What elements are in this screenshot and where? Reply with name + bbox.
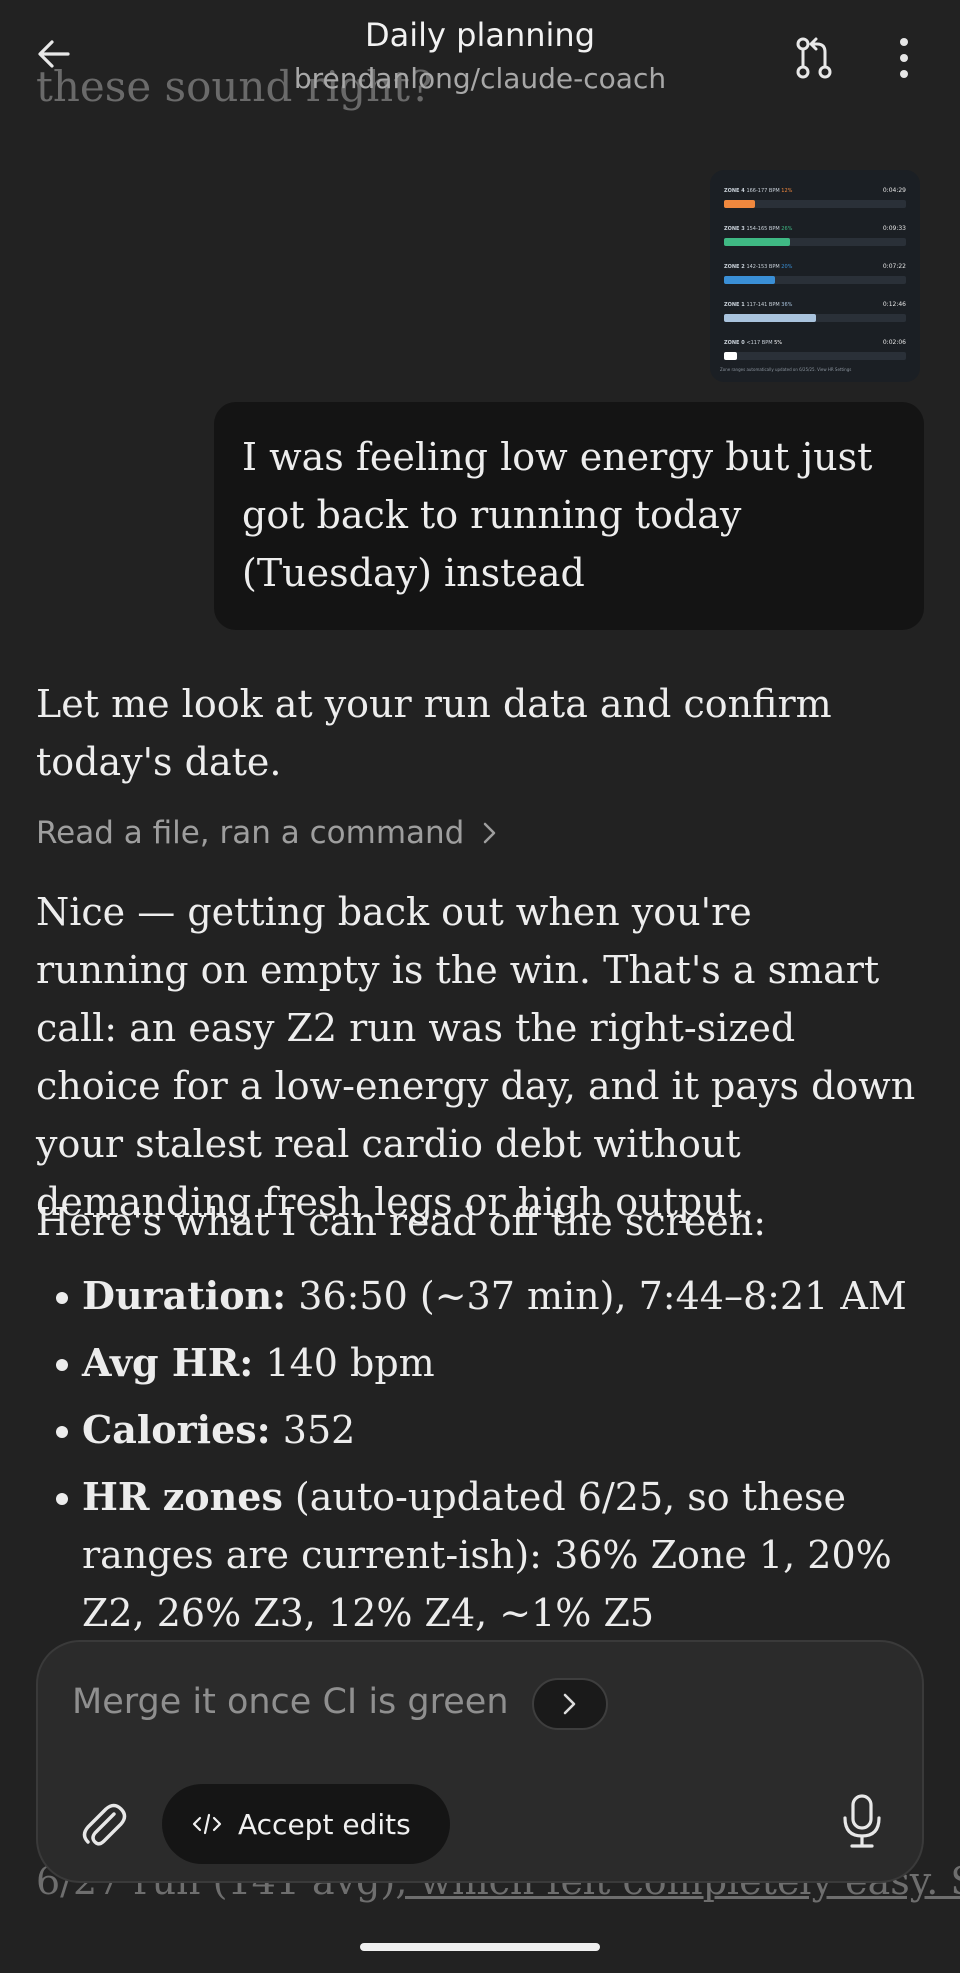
tool-summary-toggle[interactable]: Read a file, ran a command (36, 815, 498, 851)
voice-input-button[interactable] (840, 1790, 884, 1854)
bullet-label: Calories: (82, 1407, 271, 1452)
zone-range: 166-177 BPM (746, 188, 782, 194)
top-bar: these sound right? Daily planning brenda… (0, 0, 960, 120)
zone-label: ZONE 4 166-177 BPM 12% (724, 188, 792, 194)
zone-time: 0:12:46 (882, 301, 906, 308)
zone-bar-track (724, 352, 906, 360)
zone-name: ZONE 0 (724, 340, 747, 346)
zone-row: ZONE 3 154-165 BPM 26% 0:09:33 (720, 216, 910, 254)
tool-summary-label: Read a file, ran a command (36, 815, 465, 851)
zone-percent: 20% (781, 264, 793, 270)
zone-name: ZONE 1 (724, 302, 747, 308)
microphone-icon (843, 1794, 881, 1848)
zone-percent: 12% (781, 188, 793, 194)
attach-button[interactable] (78, 1798, 128, 1852)
list-item: Duration: 36:50 (~37 min), 7:44–8:21 AM (36, 1267, 916, 1325)
git-pull-request-icon (796, 37, 832, 79)
paperclip-icon (82, 1803, 127, 1846)
bullet-label: Duration: (82, 1273, 287, 1318)
attached-screenshot-thumbnail[interactable]: ZONE 4 166-177 BPM 12% 0:04:29 ZONE 3 154-… (710, 170, 920, 382)
code-icon (192, 1813, 222, 1835)
zone-label: ZONE 0 <117 BPM 5% (724, 340, 782, 346)
zone-bar-fill (724, 314, 816, 322)
zone-bar-track (724, 276, 906, 284)
zone-row: ZONE 4 166-177 BPM 12% 0:04:29 (720, 178, 910, 216)
zone-percent: 5% (774, 340, 783, 346)
suggestion-send-button[interactable] (532, 1678, 608, 1730)
chevron-right-icon (484, 822, 496, 844)
assistant-read-intro: Here's what I can read off the screen: (36, 1200, 767, 1244)
list-item: Calories: 352 (36, 1401, 916, 1459)
zone-bar-track (724, 200, 906, 208)
accept-edits-label: Accept edits (238, 1807, 411, 1841)
zone-range: 142-153 BPM (746, 264, 782, 270)
assistant-intro: Let me look at your run data and confirm… (36, 682, 832, 784)
zone-label: ZONE 2 142-153 BPM 20% (724, 264, 792, 270)
pull-request-button[interactable] (790, 34, 838, 82)
zone-range: 117-141 BPM (746, 302, 782, 308)
zone-percent: 26% (781, 226, 793, 232)
assistant-paragraph: Nice — getting back out when you're runn… (36, 890, 916, 1224)
message-composer: Merge it once CI is green Accept edits (36, 1640, 924, 1883)
zone-bar-fill (724, 352, 737, 360)
list-item: Avg HR: 140 bpm (36, 1334, 916, 1392)
zone-time: 0:02:06 (882, 339, 906, 346)
zone-time: 0:07:22 (882, 263, 906, 270)
more-dot (900, 70, 908, 78)
zone-bar-fill (724, 276, 775, 284)
message-input[interactable]: Merge it once CI is green (72, 1682, 509, 1722)
zone-name: ZONE 4 (724, 188, 747, 194)
zone-range: 154-165 BPM (746, 226, 782, 232)
run-stats-list: Duration: 36:50 (~37 min), 7:44–8:21 AM … (36, 1267, 916, 1651)
home-indicator[interactable] (360, 1943, 600, 1951)
zone-name: ZONE 3 (724, 226, 747, 232)
zone-bar-fill (724, 238, 791, 246)
zone-bar-track (724, 238, 906, 246)
zone-bar-track (724, 314, 906, 322)
zone-bar-fill (724, 200, 755, 208)
chevron-right-icon (563, 1693, 576, 1715)
zone-label: ZONE 1 117-141 BPM 36% (724, 302, 792, 308)
more-vertical-icon (900, 38, 908, 46)
accept-edits-button[interactable]: Accept edits (162, 1784, 450, 1864)
bullet-text: 140 bpm (253, 1341, 435, 1385)
zone-row: ZONE 2 142-153 BPM 20% 0:07:22 (720, 254, 910, 292)
bullet-text: 36:50 (~37 min), 7:44–8:21 AM (286, 1274, 907, 1318)
bullet-label: Avg HR: (82, 1340, 254, 1385)
bullet-label: HR zones (82, 1474, 283, 1519)
more-dot (900, 54, 908, 62)
user-message-bubble: I was feeling low energy but just got ba… (214, 402, 924, 630)
zone-label: ZONE 3 154-165 BPM 26% (724, 226, 792, 232)
zone-time: 0:04:29 (882, 187, 906, 194)
zone-time: 0:09:33 (882, 225, 906, 232)
zone-name: ZONE 2 (724, 264, 747, 270)
zone-row: ZONE 0 <117 BPM 5% 0:02:06 (720, 330, 910, 368)
list-item: HR zones (auto-updated 6/25, so these ra… (36, 1468, 916, 1642)
zone-percent: 36% (781, 302, 793, 308)
bullet-text: 352 (270, 1408, 356, 1452)
zone-row: ZONE 1 117-141 BPM 36% 0:12:46 (720, 292, 910, 330)
zone-range: <117 BPM (746, 340, 775, 346)
more-options-button[interactable] (884, 34, 924, 82)
thumbnail-footer: Zone ranges automatically updated on 6/2… (720, 367, 852, 372)
